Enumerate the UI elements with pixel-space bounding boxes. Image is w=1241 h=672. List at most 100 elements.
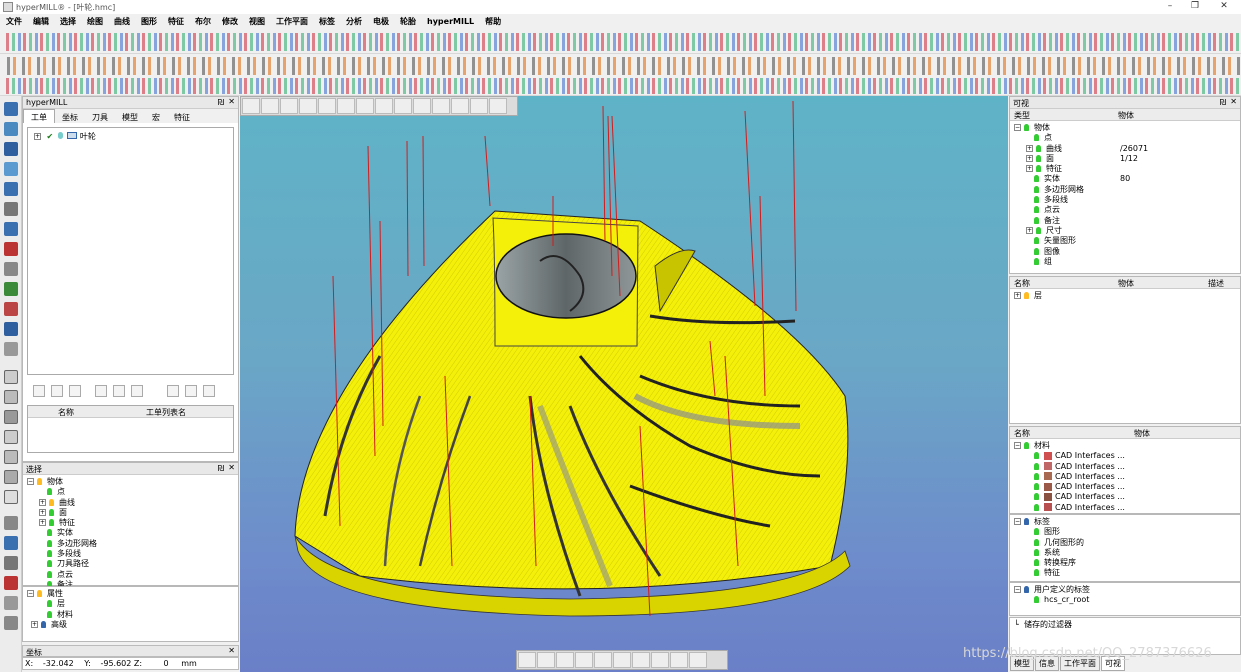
material-item[interactable]: CAD Interfaces ...: [1014, 472, 1236, 482]
tag-item[interactable]: 几何图形的: [1014, 538, 1236, 548]
attr-item[interactable]: + 高级: [27, 620, 234, 630]
maximize-button[interactable]: ❐: [1183, 1, 1207, 13]
visible-row[interactable]: − 物体: [1014, 123, 1236, 133]
stored-filter[interactable]: └ 储存的过滤器: [1014, 620, 1236, 630]
expand-icon[interactable]: +: [1026, 154, 1033, 162]
view-icon[interactable]: [689, 652, 707, 668]
expand-icon[interactable]: +: [34, 133, 41, 140]
view-cube-icon[interactable]: [4, 370, 18, 384]
pin-icon[interactable]: ₪: [218, 464, 224, 473]
material-item[interactable]: CAD Interfaces ...: [1014, 451, 1236, 461]
help-icon[interactable]: [4, 322, 18, 336]
visible-row[interactable]: 点: [1014, 133, 1236, 143]
tool-icon[interactable]: [4, 302, 18, 316]
material-item[interactable]: CAD Interfaces ...: [1014, 492, 1236, 502]
tool-icon[interactable]: [4, 182, 18, 196]
select-item[interactable]: − 物体: [27, 477, 234, 487]
tag-item[interactable]: 特征: [1014, 568, 1236, 578]
view-icon[interactable]: [537, 652, 555, 668]
delete-icon[interactable]: [51, 385, 63, 397]
menu-modify[interactable]: 修改: [216, 14, 243, 27]
view-icon[interactable]: [651, 652, 669, 668]
select-item[interactable]: 刀具路径: [27, 559, 234, 569]
tool-icon[interactable]: [4, 596, 18, 610]
layer-row[interactable]: + 层: [1010, 289, 1240, 300]
simulate-icon[interactable]: [131, 385, 143, 397]
select-item[interactable]: + 曲线: [27, 498, 234, 508]
expand-icon[interactable]: −: [1014, 124, 1021, 131]
visible-row[interactable]: 多边形网格: [1014, 185, 1236, 195]
visible-tree[interactable]: − 物体点 + 曲线/26071 + 面 1/12 + 特征 实体 80 多边形网格 多段线 点云 备注 + 尺…: [1010, 121, 1240, 269]
expand-icon[interactable]: +: [1026, 165, 1033, 173]
tool-icon[interactable]: [4, 536, 18, 550]
tag-item[interactable]: 图形: [1014, 527, 1236, 537]
toolbar-2-icons[interactable]: [4, 57, 1240, 75]
menu-hypermill[interactable]: hyperMILL: [421, 15, 479, 26]
select-item[interactable]: 多段线: [27, 549, 234, 559]
attr-item[interactable]: 材料: [27, 610, 234, 620]
tool-icon[interactable]: [4, 142, 18, 156]
material-item[interactable]: CAD Interfaces ...: [1014, 482, 1236, 492]
attr-item[interactable]: − 属性: [27, 589, 234, 599]
menu-boolean[interactable]: 布尔: [189, 14, 216, 27]
toolbar-3-icons[interactable]: [4, 78, 1240, 94]
menu-tags[interactable]: 标签: [313, 14, 340, 27]
menu-analysis[interactable]: 分析: [340, 14, 367, 27]
view-icon[interactable]: [594, 652, 612, 668]
select-tree[interactable]: − 物体 点 + 曲线 + 面 + 特征 实体 多边形网格 多段线 刀具路径 点云 备注: [23, 475, 238, 588]
shape-icon[interactable]: [69, 385, 81, 397]
materials-tree[interactable]: − 材料 CAD Interfaces ... CAD Interfaces ...…: [1010, 439, 1240, 515]
impeller-model[interactable]: [240, 96, 1008, 672]
view-icon[interactable]: [670, 652, 688, 668]
visible-row[interactable]: 多段线: [1014, 195, 1236, 205]
minimize-button[interactable]: –: [1158, 1, 1182, 13]
visible-row[interactable]: + 面 1/12: [1014, 154, 1236, 164]
close-icon[interactable]: ✕: [1230, 97, 1237, 106]
tool-icon[interactable]: [4, 242, 18, 256]
menu-file[interactable]: 文件: [0, 14, 27, 27]
tab-feature[interactable]: 特征: [167, 110, 197, 123]
menu-curve[interactable]: 曲线: [108, 14, 135, 27]
expand-icon[interactable]: +: [1026, 226, 1033, 234]
menu-edit[interactable]: 编辑: [27, 14, 54, 27]
tab-joblist[interactable]: 工单: [23, 109, 55, 123]
close-icon[interactable]: ✕: [228, 97, 235, 106]
tool-icon[interactable]: [4, 262, 18, 276]
pin-icon[interactable]: ₪: [1220, 98, 1226, 107]
tool-icon[interactable]: [4, 162, 18, 176]
view-cube-icon[interactable]: [4, 450, 18, 464]
visible-row[interactable]: 实体 80: [1014, 174, 1236, 184]
select-item[interactable]: 点云: [27, 570, 234, 580]
view-icon[interactable]: [632, 652, 650, 668]
tab-tools[interactable]: 刀具: [85, 110, 115, 123]
tool-icon[interactable]: [4, 282, 18, 296]
user-tag-item[interactable]: hcs_cr_root: [1014, 595, 1236, 605]
graph-icon[interactable]: [203, 385, 215, 397]
new-job-icon[interactable]: [33, 385, 45, 397]
cube-icon[interactable]: [167, 385, 179, 397]
menu-workplane[interactable]: 工作平面: [270, 14, 313, 27]
tab-model[interactable]: 模型: [115, 110, 145, 123]
menu-view[interactable]: 视图: [243, 14, 270, 27]
toolbar-1-icons[interactable]: [4, 33, 1240, 51]
close-icon[interactable]: ✕: [228, 463, 235, 472]
close-icon[interactable]: ✕: [228, 646, 235, 655]
tool-icon[interactable]: [95, 385, 107, 397]
material-item[interactable]: CAD Interfaces ...: [1014, 462, 1236, 472]
view-cube-icon[interactable]: [4, 390, 18, 404]
close-window-button[interactable]: ✕: [1212, 1, 1236, 13]
visible-row[interactable]: 组: [1014, 257, 1236, 267]
select-item[interactable]: + 面: [27, 508, 234, 518]
visible-row[interactable]: + 特征: [1014, 164, 1236, 174]
menu-tire[interactable]: 轮胎: [394, 14, 421, 27]
tag-item[interactable]: 转换程序: [1014, 558, 1236, 568]
build-icon[interactable]: [113, 385, 125, 397]
view-cube-icon[interactable]: [4, 430, 18, 444]
visible-row[interactable]: 矢量图形: [1014, 236, 1236, 246]
visible-row[interactable]: 点云: [1014, 205, 1236, 215]
menu-help[interactable]: 帮助: [479, 14, 506, 27]
tag-item[interactable]: 系统: [1014, 548, 1236, 558]
tool-icon[interactable]: [4, 556, 18, 570]
tool-icon[interactable]: [4, 576, 18, 590]
expand-icon[interactable]: +: [1026, 144, 1033, 152]
